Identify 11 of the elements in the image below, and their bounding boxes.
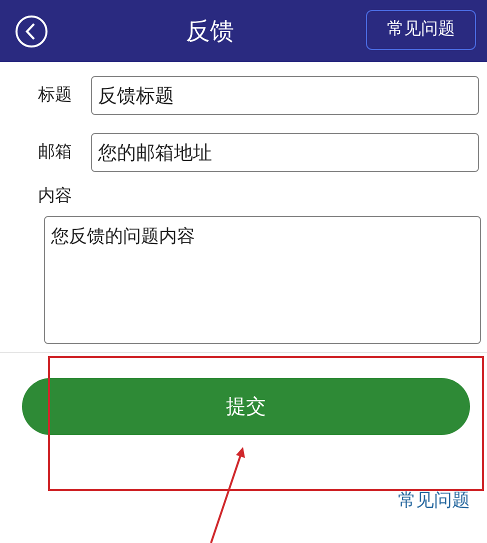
faq-button[interactable]: 常见问题 xyxy=(366,10,476,50)
faq-link[interactable]: 常见问题 xyxy=(398,486,470,514)
submit-button[interactable]: 提交 xyxy=(22,378,470,434)
text-field[interactable]: 反馈标题 xyxy=(91,76,479,115)
field-label: 邮箱 xyxy=(38,140,72,164)
field-label: 标题 xyxy=(38,84,72,107)
content-field[interactable]: 您反馈的问题内容 xyxy=(44,216,481,344)
field-label: 内容 xyxy=(38,185,73,208)
page-title: 反馈 xyxy=(185,16,235,47)
text-field[interactable]: 您的邮箱地址 xyxy=(91,133,479,172)
back-icon[interactable] xyxy=(15,15,48,48)
